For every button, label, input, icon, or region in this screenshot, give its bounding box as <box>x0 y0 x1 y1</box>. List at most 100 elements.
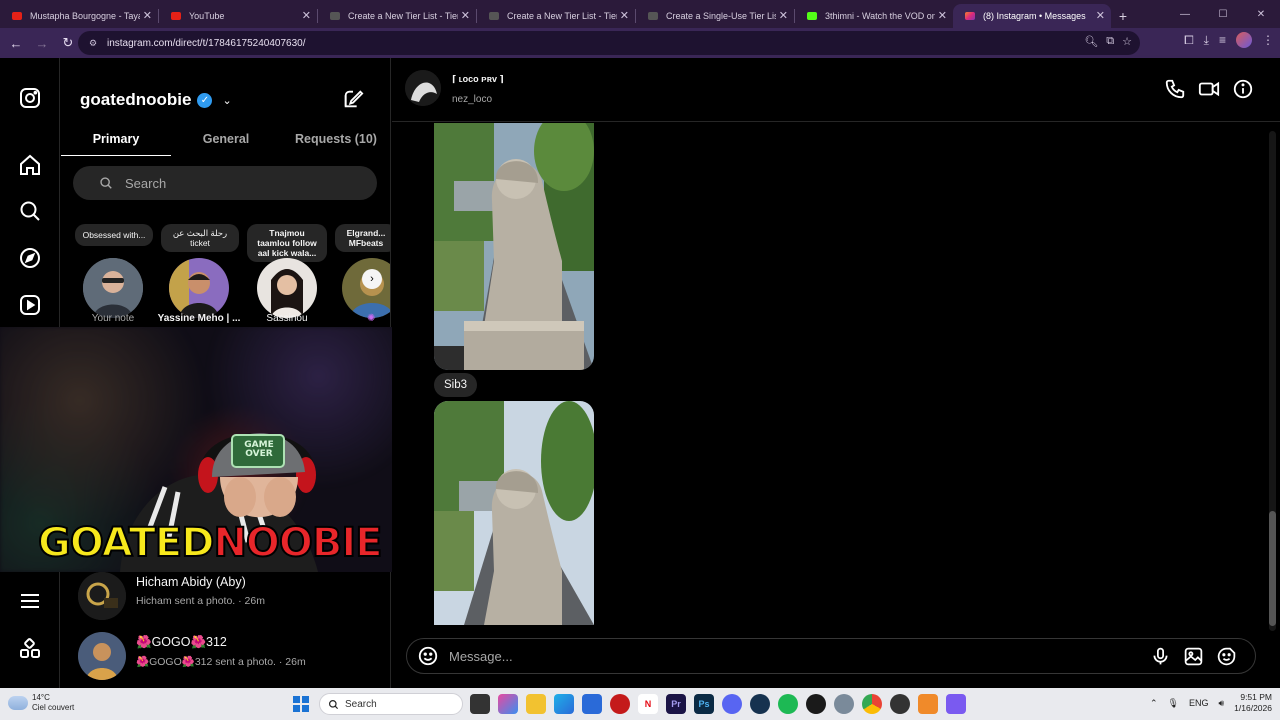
minimize-icon[interactable]: — <box>1166 0 1204 28</box>
close-window-icon[interactable]: ✕ <box>1242 0 1280 28</box>
voice-clip-icon[interactable] <box>1150 646 1171 667</box>
steam-icon[interactable] <box>750 694 770 714</box>
profile-avatar[interactable] <box>1236 32 1252 48</box>
video-call-icon[interactable] <box>1198 78 1220 100</box>
tab-requests[interactable]: Requests (10) <box>281 126 390 156</box>
browser-tab[interactable]: YouTube ✕ <box>159 4 317 28</box>
thread-preview: Hicham sent a photo. · 26m <box>136 595 265 607</box>
explore-icon[interactable] <box>18 246 42 270</box>
conversation-username[interactable]: nez_loco <box>452 94 492 105</box>
stream-facecam-overlay: GAME OVER GOATEDNOOBIE <box>0 327 398 572</box>
tab-general[interactable]: General <box>171 126 281 156</box>
windows-start-icon[interactable] <box>293 696 309 712</box>
browser-tab[interactable]: Create a New Tier List - TierMa✕ <box>318 4 476 28</box>
browser-tab[interactable]: 3thimni - Watch the VOD on Ki ✕ <box>795 4 953 28</box>
menu-hamburger-icon[interactable] <box>18 589 42 613</box>
photo-message[interactable] <box>434 123 594 370</box>
add-photo-icon[interactable] <box>1183 646 1204 667</box>
thread-row[interactable]: Hicham Abidy (Aby) Hicham sent a photo. … <box>78 570 388 620</box>
netflix-icon[interactable]: N <box>638 694 658 714</box>
scrollbar-thumb[interactable] <box>1269 511 1276 626</box>
sticker-icon[interactable] <box>1216 646 1237 667</box>
close-tab-icon[interactable]: ✕ <box>1096 9 1105 22</box>
settings-icon[interactable] <box>834 694 854 714</box>
photoshop-icon[interactable]: Ps <box>694 694 714 714</box>
url-text: instagram.com/direct/t/17846175240407630… <box>107 37 306 49</box>
browser-tab[interactable]: Create a Single-Use Tier List (P✕ <box>636 4 794 28</box>
avatar <box>83 258 143 318</box>
app-orange-icon[interactable] <box>918 694 938 714</box>
bookmark-star-icon[interactable]: ☆ <box>1122 35 1132 48</box>
emoji-icon[interactable] <box>417 645 439 667</box>
obs-icon[interactable] <box>890 694 910 714</box>
snipping-tool-icon[interactable] <box>946 694 966 714</box>
language-indicator[interactable]: ENG <box>1189 698 1209 708</box>
volume-icon[interactable]: 🔊︎ <box>1219 698 1225 709</box>
verified-badge-icon: ✓ <box>197 92 213 108</box>
browser-tab[interactable]: Create a New Tier List - TierMa✕ <box>477 4 635 28</box>
edge-icon[interactable] <box>554 694 574 714</box>
close-tab-icon[interactable]: ✕ <box>143 9 152 22</box>
close-tab-icon[interactable]: ✕ <box>779 9 788 22</box>
browser-tab-active[interactable]: (8) Instagram • Messages ✕ <box>953 4 1111 28</box>
also-from-meta-icon[interactable] <box>18 637 42 661</box>
weather-temp: 14°C <box>32 693 50 702</box>
spotify-icon[interactable] <box>778 694 798 714</box>
copilot-icon[interactable] <box>498 694 518 714</box>
discord-icon[interactable] <box>722 694 742 714</box>
media-control-icon[interactable]: ≡ <box>1219 33 1226 47</box>
avatar[interactable] <box>405 70 441 106</box>
note-label: Yassine Meho | ... <box>157 313 241 324</box>
zoom-icon[interactable]: 🔍︎ <box>1084 35 1098 48</box>
home-icon[interactable] <box>18 153 42 177</box>
search-input[interactable] <box>125 175 325 191</box>
weather-widget[interactable]: 14°C Ciel couvert <box>8 693 74 713</box>
search-icon[interactable] <box>18 199 42 223</box>
premiere-icon[interactable]: Pr <box>666 694 686 714</box>
install-app-icon[interactable]: ⧉ <box>1106 35 1114 48</box>
site-info-icon[interactable]: ⚙ <box>85 35 101 51</box>
instagram-logo-icon[interactable] <box>18 86 42 110</box>
tab-primary[interactable]: Primary <box>61 126 171 156</box>
task-view-icon[interactable] <box>470 694 490 714</box>
taskbar-search[interactable]: Search <box>319 693 463 715</box>
ms-store-icon[interactable] <box>582 694 602 714</box>
account-switcher[interactable]: goatednoobie ✓ ⌄ <box>80 90 232 110</box>
conversation-info-icon[interactable] <box>1232 78 1254 100</box>
file-explorer-icon[interactable] <box>526 694 546 714</box>
message-input[interactable] <box>449 648 1129 664</box>
address-bar[interactable]: ⚙ instagram.com/direct/t/178461752404076… <box>78 31 1140 55</box>
close-tab-icon[interactable]: ✕ <box>620 9 629 22</box>
app-red-icon[interactable] <box>610 694 630 714</box>
back-icon[interactable]: ← <box>4 31 28 55</box>
forward-icon[interactable]: → <box>30 31 54 55</box>
new-message-icon[interactable] <box>342 88 364 110</box>
close-tab-icon[interactable]: ✕ <box>302 9 311 22</box>
reels-icon[interactable] <box>18 293 42 317</box>
new-tab-button[interactable]: + <box>1111 4 1135 28</box>
maximize-icon[interactable]: ☐ <box>1204 0 1242 28</box>
browser-menu-icon[interactable]: ⋮ <box>1262 33 1274 47</box>
reload-icon[interactable]: ↻ <box>56 31 80 55</box>
audio-call-icon[interactable] <box>1164 78 1186 100</box>
photo-message[interactable] <box>434 401 594 625</box>
app-dark-icon[interactable] <box>806 694 826 714</box>
browser-toolbar: ← → ↻ ⚙ instagram.com/direct/t/178461752… <box>0 28 1280 58</box>
thread-row[interactable]: 🌺GOGO🌺312 🌺GOGO🌺312 sent a photo. · 26m <box>78 630 388 680</box>
notes-next-icon[interactable]: › <box>362 269 382 289</box>
close-tab-icon[interactable]: ✕ <box>461 9 470 22</box>
browser-tab[interactable]: Mustapha Bourgogne - Tayara ✕ <box>0 4 158 28</box>
clock-time: 9:51 PM <box>1240 692 1272 702</box>
microphone-icon[interactable]: 🎙︎ <box>1168 698 1179 709</box>
chrome-icon[interactable] <box>862 694 882 714</box>
extensions-icon[interactable]: ⧠ <box>1184 33 1194 48</box>
close-tab-icon[interactable]: ✕ <box>938 9 947 22</box>
downloads-icon[interactable]: ⤓ <box>1204 33 1209 48</box>
text-message[interactable]: Sib3 <box>434 373 478 397</box>
note-label: Sassinou <box>266 313 308 324</box>
conversation-display-name[interactable]: ⌈ ʟᴏᴄᴏ ᴘʀᴠ ⌉ <box>452 74 504 85</box>
clock[interactable]: 9:51 PM 1/16/2026 <box>1234 692 1272 714</box>
kick-favicon-icon <box>807 12 817 20</box>
chevron-up-icon[interactable]: ⌃ <box>1150 698 1158 709</box>
scrollbar[interactable] <box>1269 131 1276 631</box>
